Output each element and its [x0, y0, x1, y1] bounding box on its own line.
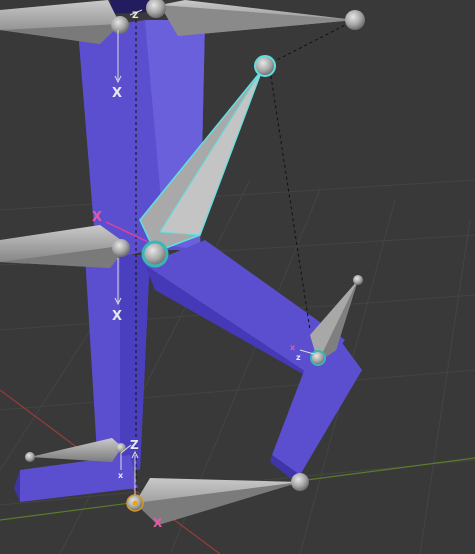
- axis-label-z-top: Z: [132, 11, 139, 21]
- axis-label-x-knee-small: x: [290, 343, 296, 352]
- axis-label-z-foot: Z: [130, 438, 139, 452]
- axis-label-x-foot: X: [153, 516, 163, 530]
- 3d-viewport[interactable]: X X X Z Z X z x x: [0, 0, 475, 554]
- bone-upper-right[interactable]: [160, 0, 355, 36]
- viewport-canvas[interactable]: X X X Z Z X z x x: [0, 0, 475, 554]
- axis-label-x-top: X: [112, 86, 122, 101]
- bone-upper-left[interactable]: [0, 0, 120, 44]
- axis-label-x-mid: X: [112, 309, 122, 324]
- axis-label-x-knee: X: [92, 210, 102, 225]
- axis-label-z-knee: z: [296, 353, 301, 362]
- bone-foot-left[interactable]: [30, 438, 122, 462]
- axis-label-x-foot-small: x: [118, 471, 124, 480]
- bone-mid-left[interactable]: [0, 225, 128, 268]
